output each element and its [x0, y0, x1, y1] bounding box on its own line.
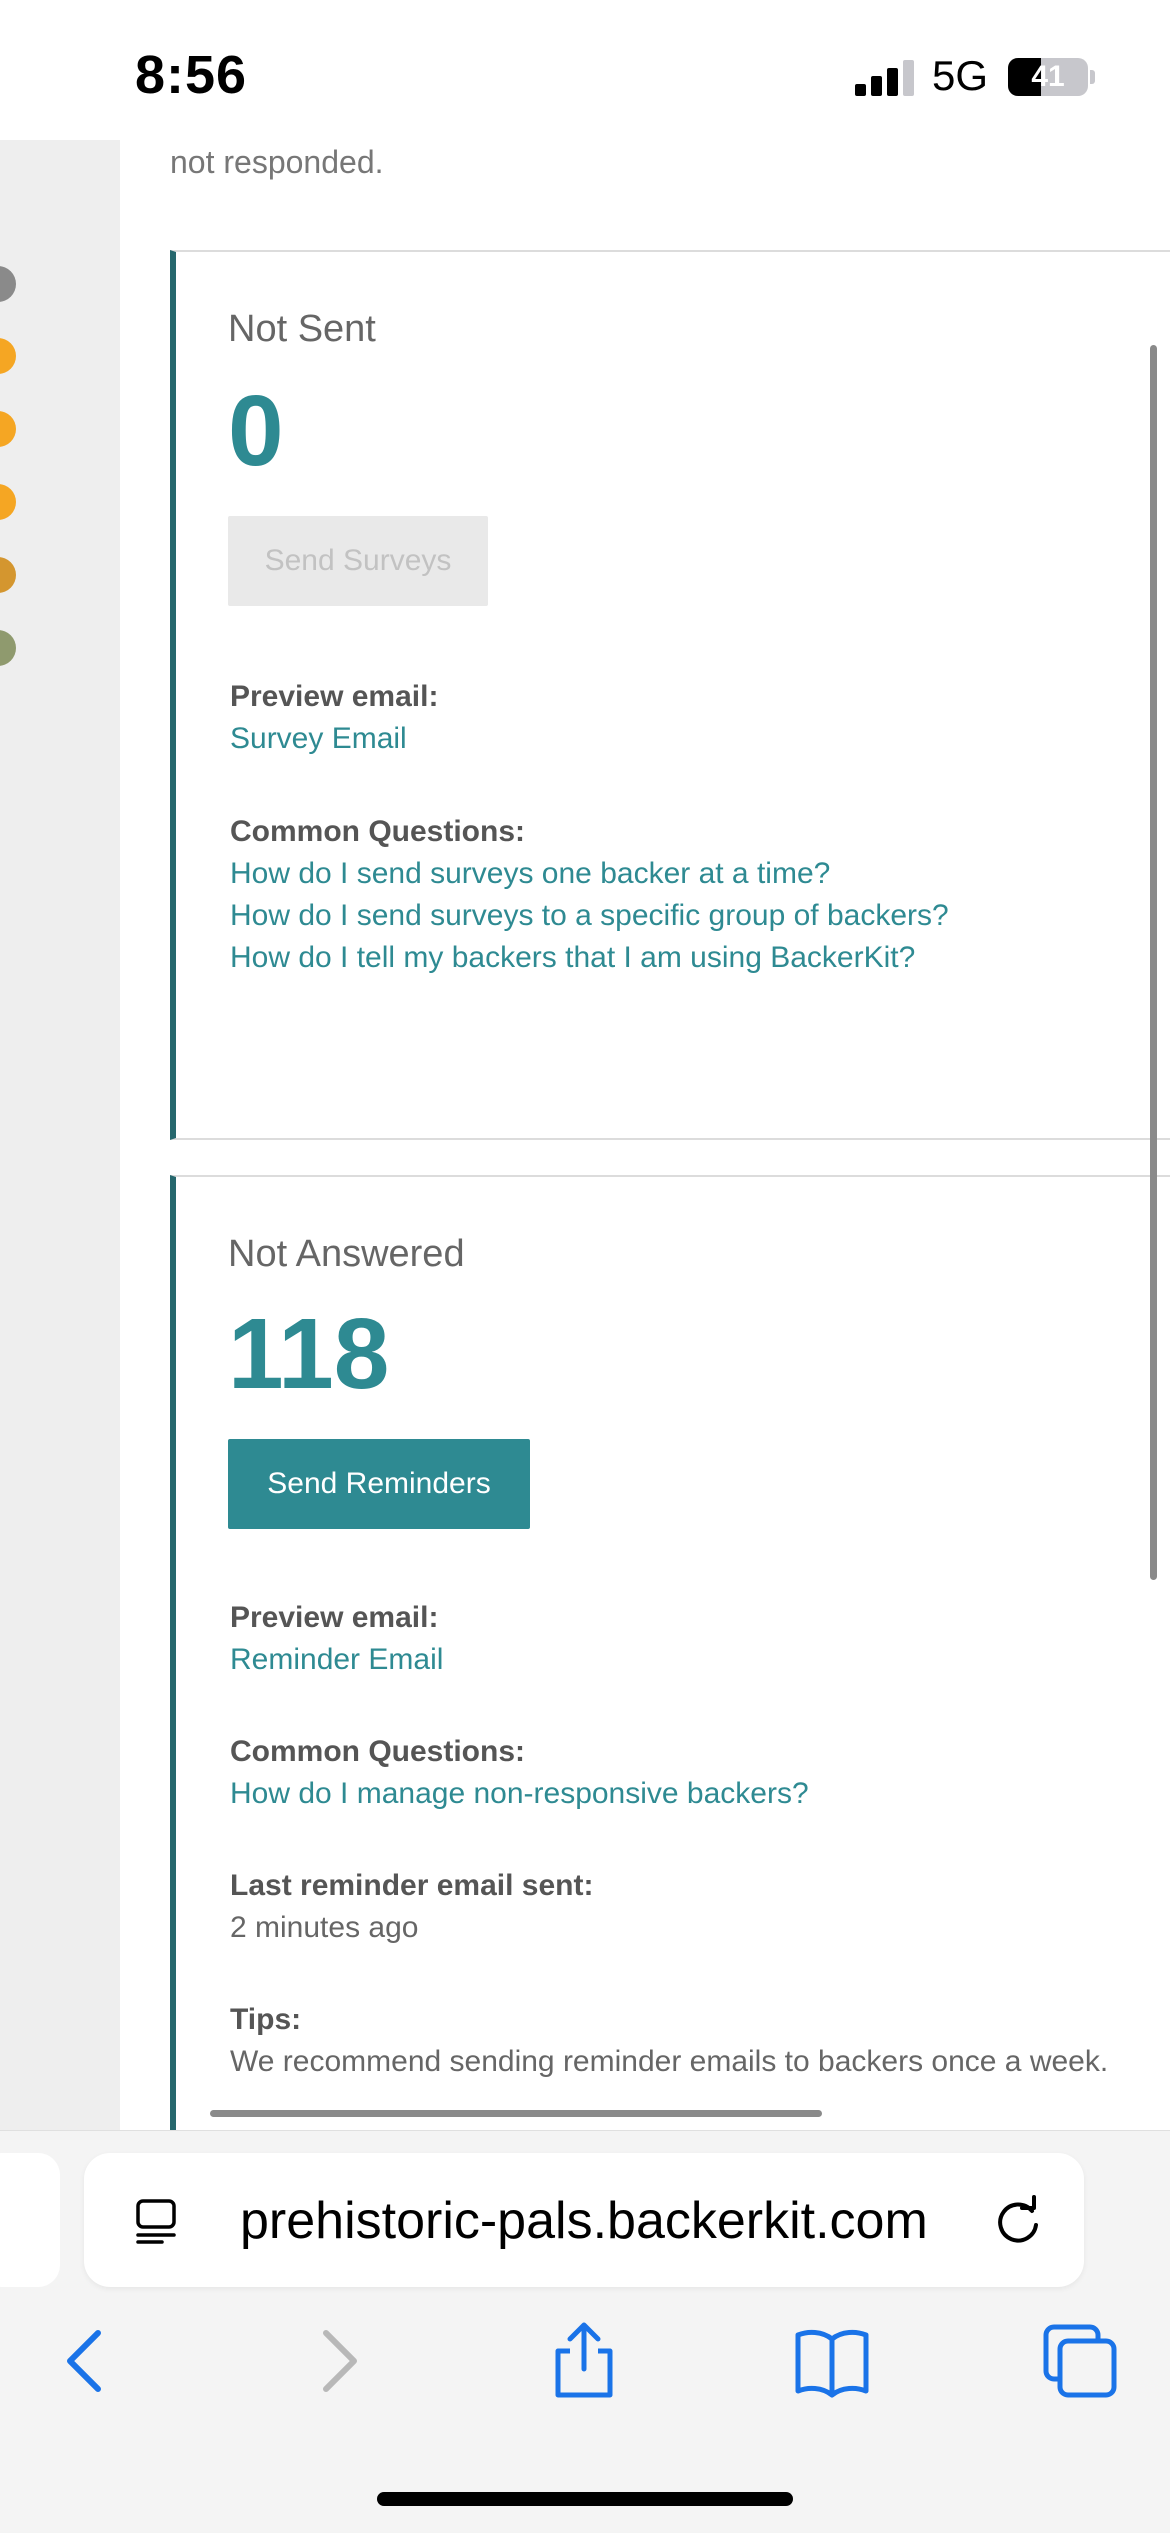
sidebar-badge[interactable]: [0, 557, 16, 593]
reload-icon[interactable]: [992, 2195, 1044, 2247]
not-sent-count: 0: [228, 375, 284, 487]
common-questions-label: Common Questions:: [230, 815, 526, 848]
sidebar-badge[interactable]: [0, 484, 16, 520]
home-indicator[interactable]: [377, 2492, 793, 2506]
back-icon[interactable]: [46, 2321, 126, 2401]
browser-toolbar: prehistoric-pals.backerkit.com: [0, 2130, 1170, 2533]
sidebar-badge[interactable]: [0, 338, 16, 374]
not-sent-card: Not Sent 0 Send Surveys Preview email: S…: [170, 250, 1170, 1140]
vertical-scrollbar[interactable]: [1150, 345, 1157, 1580]
intro-text: not responded.: [170, 144, 384, 180]
survey-email-link[interactable]: Survey Email: [230, 722, 407, 756]
not-answered-count: 118: [228, 1298, 390, 1410]
sidebar: [0, 140, 120, 2130]
address-bar[interactable]: prehistoric-pals.backerkit.com: [84, 2153, 1084, 2287]
card-title: Not Answered: [228, 1233, 465, 1275]
sidebar-badge[interactable]: [0, 411, 16, 447]
preview-email-label: Preview email:: [230, 1601, 439, 1634]
status-bar: 8:56 5G 41: [0, 0, 1170, 140]
not-answered-card: Not Answered 118 Send Reminders Preview …: [170, 1175, 1170, 2130]
cellular-signal-icon: [855, 60, 915, 96]
faq-link[interactable]: How do I send surveys one backer at a ti…: [230, 857, 830, 891]
forward-icon[interactable]: [298, 2321, 378, 2401]
sidebar-badge[interactable]: [0, 266, 16, 302]
send-reminders-button[interactable]: Send Reminders: [228, 1439, 530, 1529]
share-icon[interactable]: [544, 2321, 624, 2401]
last-reminder-value: 2 minutes ago: [230, 1911, 419, 1944]
sidebar-badge[interactable]: [0, 630, 16, 666]
faq-link[interactable]: How do I manage non-responsive backers?: [230, 1777, 809, 1811]
tips-label: Tips:: [230, 2003, 302, 2036]
main-content: not responded. Not Sent 0 Send Surveys P…: [120, 140, 1170, 2130]
battery-level: 41: [1031, 60, 1065, 93]
previous-tab-preview[interactable]: [0, 2153, 60, 2287]
tips-text: We recommend sending reminder emails to …: [230, 2045, 1109, 2078]
bookmarks-icon[interactable]: [792, 2321, 872, 2401]
faq-link[interactable]: How do I send surveys to a specific grou…: [230, 899, 949, 933]
common-questions-label: Common Questions:: [230, 1735, 526, 1768]
send-surveys-button[interactable]: Send Surveys: [228, 516, 488, 606]
preview-email-label: Preview email:: [230, 680, 439, 713]
clock-time: 8:56: [135, 45, 248, 105]
url-text[interactable]: prehistoric-pals.backerkit.com: [240, 2191, 928, 2251]
battery-icon: 41: [1008, 58, 1088, 96]
last-reminder-label: Last reminder email sent:: [230, 1869, 594, 1902]
battery-cap: [1090, 70, 1095, 84]
network-type: 5G: [932, 52, 989, 99]
tabs-icon[interactable]: [1040, 2321, 1120, 2401]
reminder-email-link[interactable]: Reminder Email: [230, 1643, 443, 1677]
faq-link[interactable]: How do I tell my backers that I am using…: [230, 941, 915, 975]
page-menu-icon[interactable]: [134, 2197, 182, 2245]
card-title: Not Sent: [228, 308, 376, 350]
horizontal-scrollbar[interactable]: [210, 2110, 822, 2117]
